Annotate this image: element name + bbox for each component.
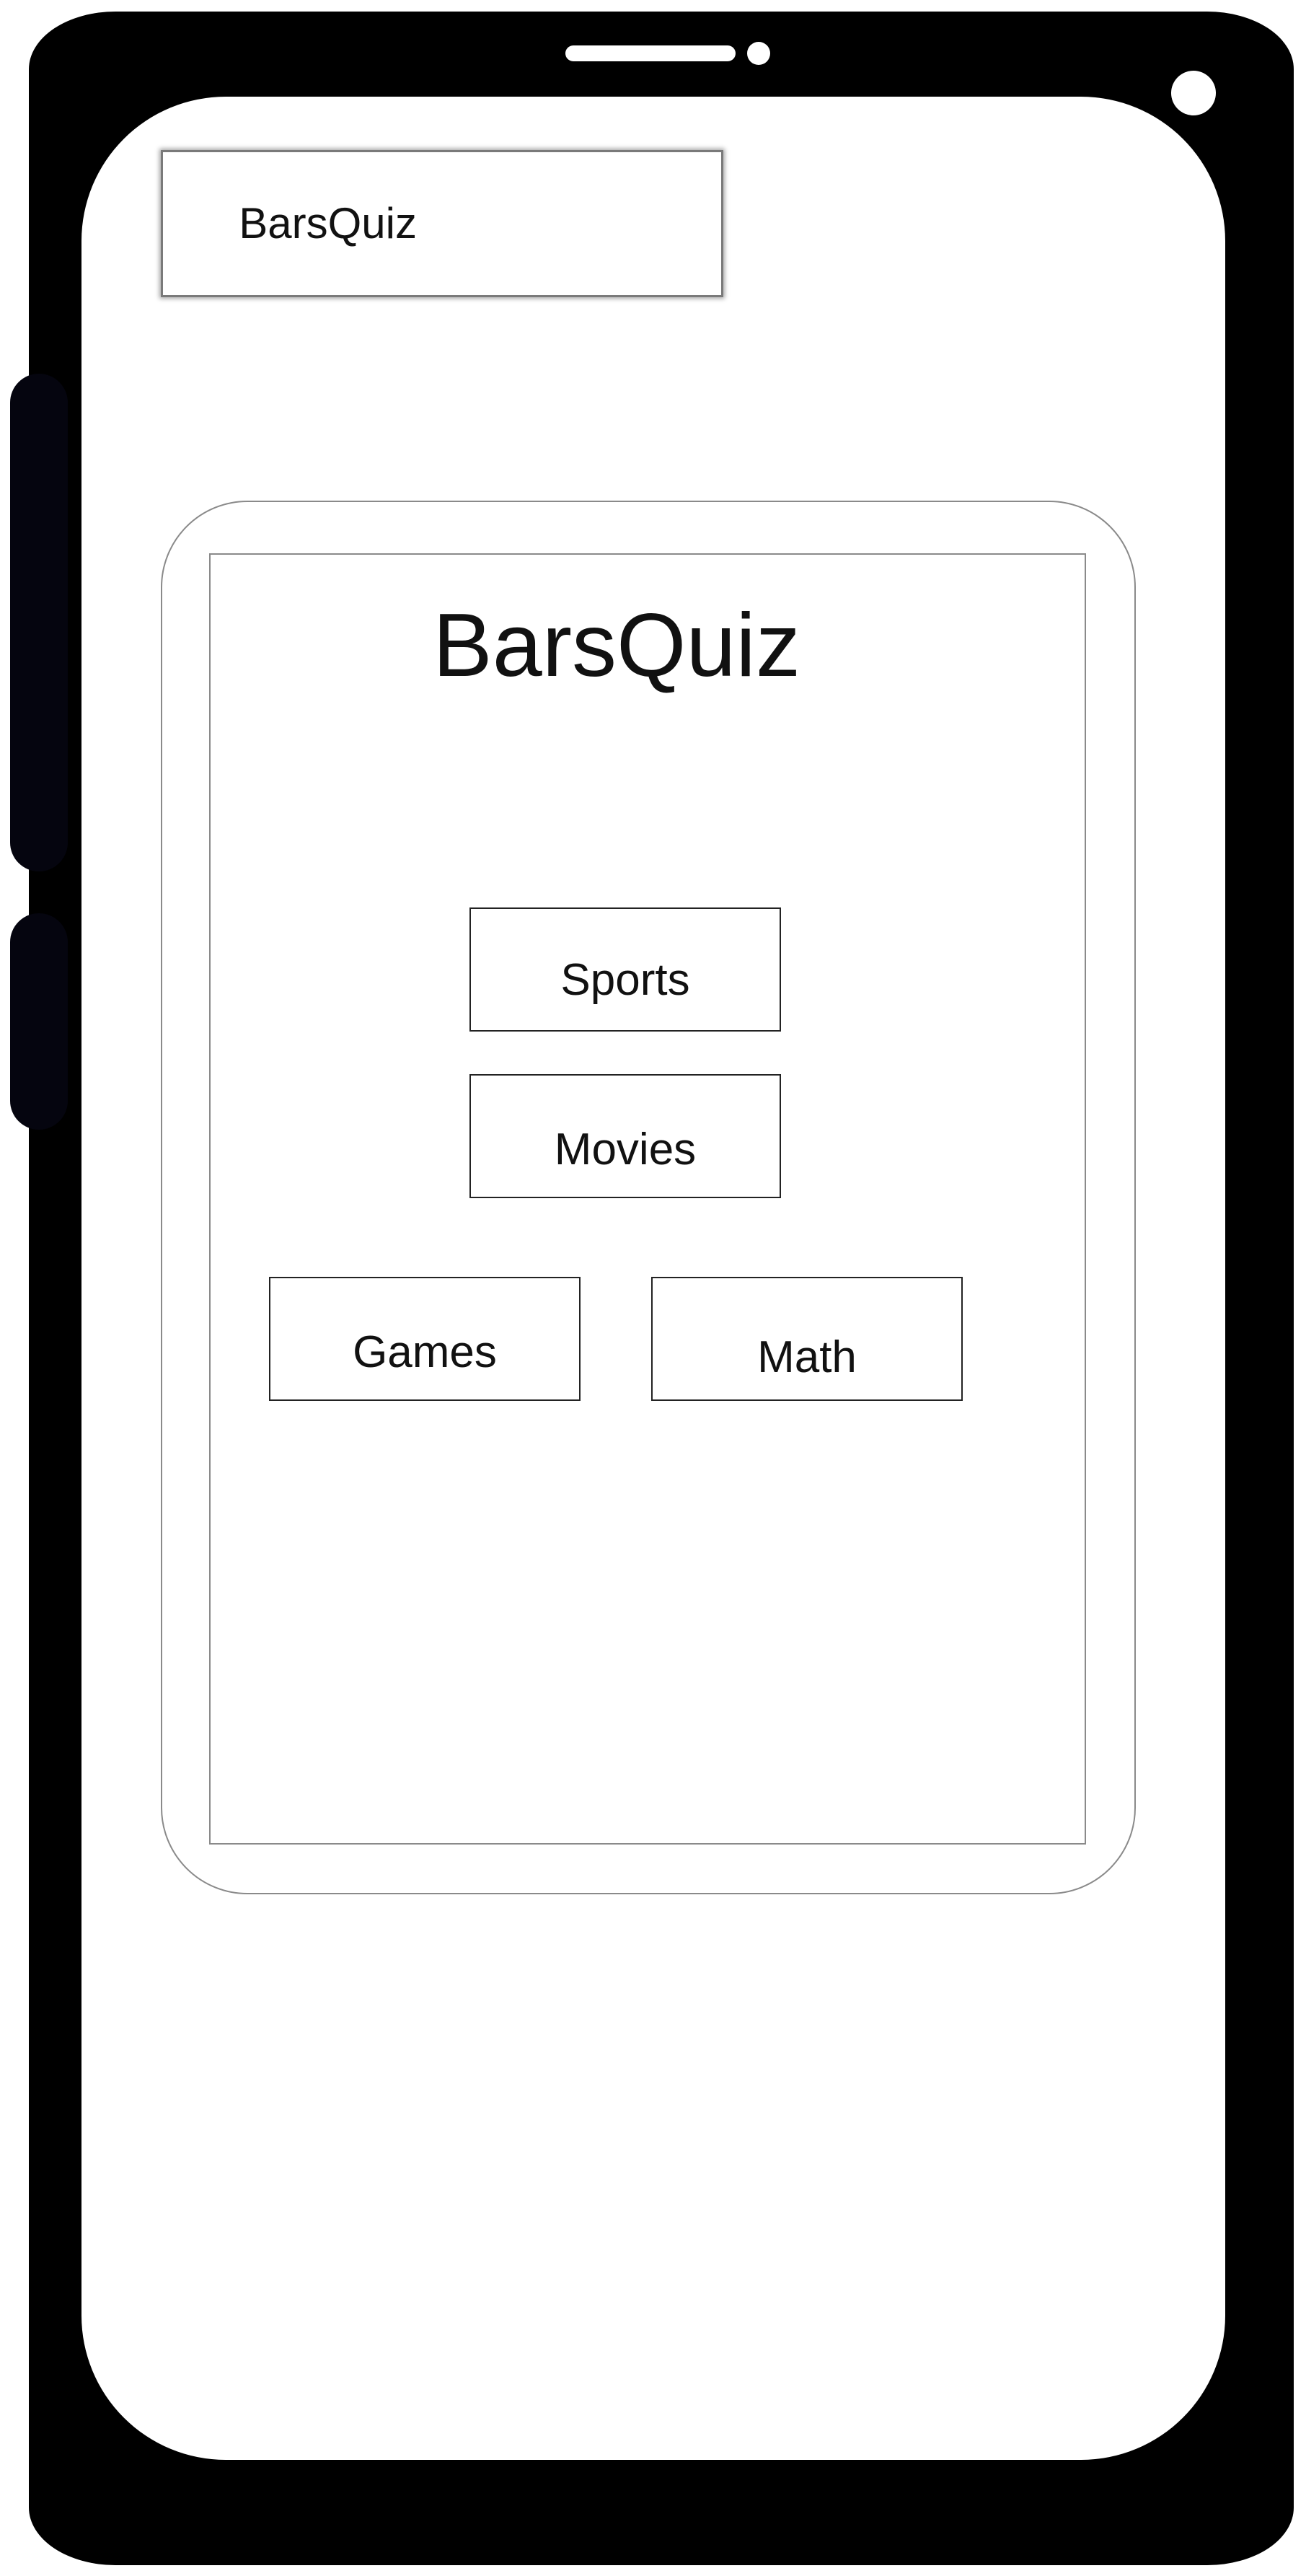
math-button[interactable]: Math [651, 1277, 963, 1401]
quiz-card-content [209, 553, 1086, 1845]
sports-button[interactable]: Sports [469, 907, 781, 1032]
math-button-label: Math [757, 1332, 857, 1382]
volume-button [10, 374, 68, 871]
games-button[interactable]: Games [269, 1277, 581, 1401]
proximity-sensor [747, 42, 770, 65]
app-bar-title: BarsQuiz [239, 199, 417, 247]
games-button-label: Games [353, 1327, 497, 1377]
movies-button[interactable]: Movies [469, 1074, 781, 1198]
page-title: BarsQuiz [433, 596, 800, 695]
power-button [10, 913, 68, 1130]
speaker-grille [565, 45, 736, 61]
sports-button-label: Sports [560, 955, 690, 1005]
movies-button-label: Movies [554, 1125, 697, 1174]
front-camera-icon [1171, 71, 1216, 115]
